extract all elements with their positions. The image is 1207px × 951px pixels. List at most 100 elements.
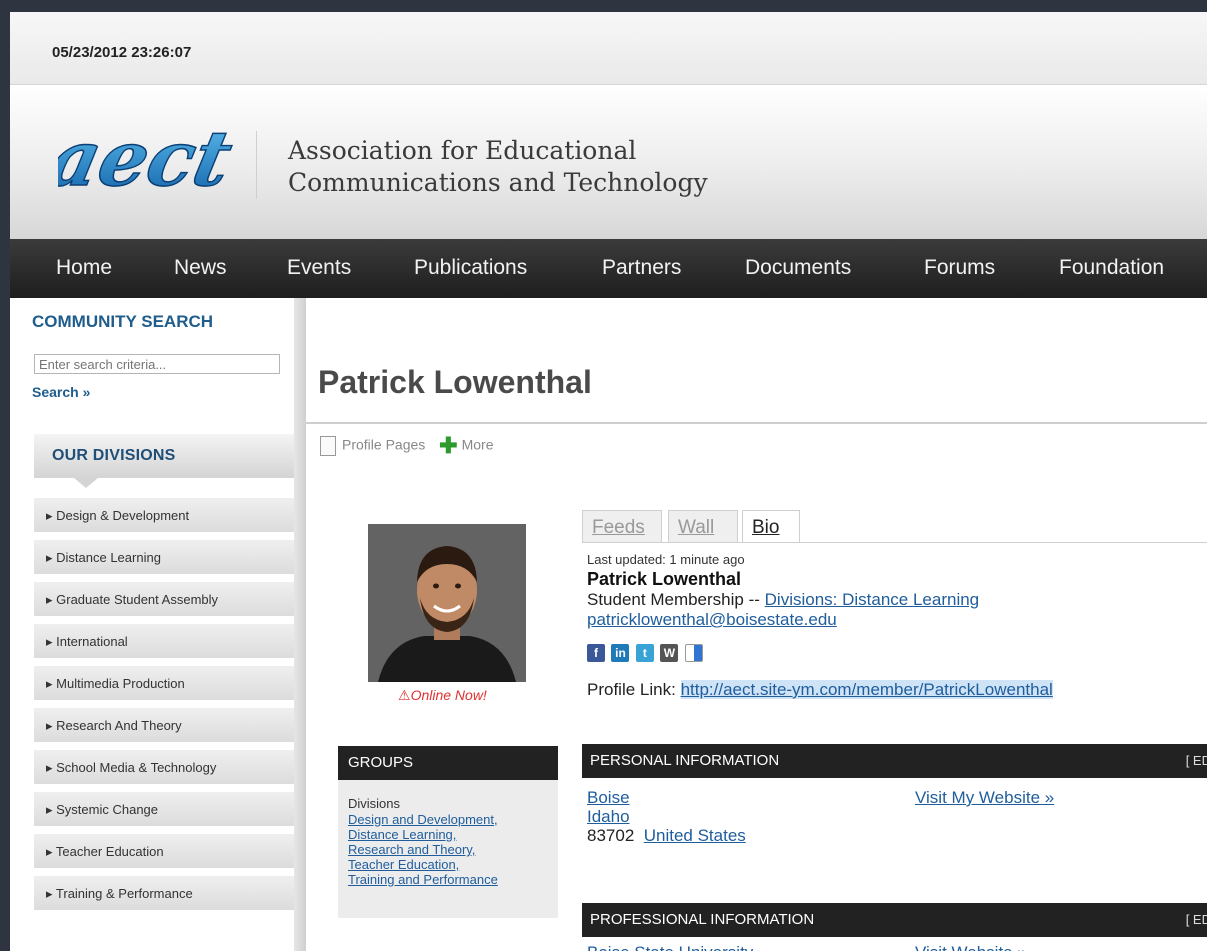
profile-link-label: Profile Link: — [587, 680, 676, 699]
nav-events[interactable]: Events — [287, 256, 351, 280]
division-label: ▸ Teacher Education — [46, 844, 164, 859]
document-icon — [320, 436, 336, 456]
zip-code: 83702 — [587, 826, 635, 845]
group-link[interactable]: Distance Learning, — [348, 827, 498, 842]
personal-edit-link[interactable]: [ ED — [1186, 753, 1207, 768]
division-item[interactable]: ▸ Training & Performance — [34, 876, 294, 911]
profile-link-url[interactable]: http://aect.site-ym.com/member/PatrickLo… — [680, 680, 1053, 699]
date-bar: 05/23/2012 23:26:07 — [10, 12, 1207, 85]
division-label: ▸ Training & Performance — [46, 886, 193, 901]
nav-forums[interactable]: Forums — [924, 256, 995, 280]
logo-divider — [256, 131, 257, 199]
main-content: Patrick Lowenthal Profile Pages ✚ More ⚠O… — [306, 298, 1207, 951]
org-name: Association for Educational Communicatio… — [288, 135, 848, 199]
professional-edit-link[interactable]: [ ED — [1186, 912, 1207, 927]
person-photo-icon — [368, 524, 526, 682]
search-link[interactable]: Search » — [32, 384, 90, 400]
bio-panel: Last updated: 1 minute ago Patrick Lowen… — [587, 552, 1197, 700]
division-label: ▸ Research And Theory — [46, 718, 182, 733]
division-item[interactable]: ▸ Design & Development — [34, 498, 294, 533]
personal-info-title: PERSONAL INFORMATION — [590, 752, 780, 769]
division-item[interactable]: ▸ Multimedia Production — [34, 666, 294, 701]
personal-info-header: PERSONAL INFORMATION [ ED — [582, 744, 1207, 778]
groups-box: Divisions Design and Development, Distan… — [338, 780, 558, 918]
division-label: ▸ Systemic Change — [46, 802, 159, 817]
division-item[interactable]: ▸ Systemic Change — [34, 792, 294, 827]
nav-partners[interactable]: Partners — [602, 256, 681, 280]
group-links: Design and Development, Distance Learnin… — [348, 812, 498, 887]
division-item[interactable]: ▸ Graduate Student Assembly — [34, 582, 294, 617]
twitter-icon[interactable]: t — [635, 644, 654, 662]
division-label: ▸ Graduate Student Assembly — [46, 592, 219, 607]
nav-news[interactable]: News — [174, 256, 227, 280]
social-icons: f in t W — [587, 644, 1197, 666]
groups-title: GROUPS — [348, 754, 414, 771]
profile-pages-link[interactable]: Profile Pages — [342, 437, 425, 453]
last-updated: Last updated: 1 minute ago — [587, 552, 745, 567]
title-divider — [306, 422, 1207, 424]
community-search-title: COMMUNITY SEARCH — [32, 312, 214, 331]
division-label: ▸ School Media & Technology — [46, 760, 217, 775]
sidebar: COMMUNITY SEARCH Search » OUR DIVISIONS … — [10, 298, 302, 951]
main-nav: Home News Events Publications Partners D… — [10, 239, 1207, 298]
profile-photo — [368, 524, 526, 682]
professional-info-header: PROFESSIONAL INFORMATION [ ED — [582, 903, 1207, 937]
nav-foundation[interactable]: Foundation — [1059, 256, 1164, 280]
visit-website-link[interactable]: Visit Website » — [915, 943, 1027, 951]
division-label: ▸ International — [46, 634, 128, 649]
aect-logo[interactable]: aect — [58, 107, 238, 207]
division-item[interactable]: ▸ Teacher Education — [34, 834, 294, 869]
group-link[interactable]: Research and Theory, — [348, 842, 498, 857]
online-status: ⚠Online Now! — [398, 687, 487, 703]
sidebar-divider — [294, 298, 306, 951]
division-item[interactable]: ▸ Distance Learning — [34, 540, 294, 575]
groups-header: GROUPS — [338, 746, 558, 780]
wordpress-icon[interactable]: W — [660, 644, 679, 662]
more-link[interactable]: More — [462, 437, 494, 453]
nav-publications[interactable]: Publications — [414, 256, 527, 280]
profile-toolbar: Profile Pages ✚ More — [320, 433, 494, 458]
linkedin-icon[interactable]: in — [611, 644, 630, 662]
delicious-icon[interactable] — [684, 644, 703, 662]
plus-icon: ✚ — [439, 433, 458, 458]
page-title: Patrick Lowenthal — [318, 364, 592, 400]
group-link[interactable]: Design and Development, — [348, 812, 498, 827]
email-link[interactable]: patricklowenthal@boisestate.edu — [587, 610, 1197, 630]
membership-line: Student Membership -- Divisions: Distanc… — [587, 590, 1197, 610]
online-icon: ⚠ — [398, 687, 411, 703]
org-name-line2: Communications and Technology — [288, 168, 708, 197]
groups-label: Divisions — [348, 796, 401, 811]
division-label: ▸ Multimedia Production — [46, 676, 185, 691]
state-link[interactable]: Idaho — [587, 807, 746, 826]
nav-home[interactable]: Home — [56, 256, 112, 280]
group-link[interactable]: Training and Performance — [348, 872, 498, 887]
tab-bio[interactable]: Bio — [742, 510, 800, 542]
tab-divider — [582, 542, 1207, 543]
city-link[interactable]: Boise — [587, 788, 746, 807]
personal-address: Boise Idaho 83702 United States — [587, 788, 746, 845]
tab-wall[interactable]: Wall — [668, 510, 738, 542]
divisions-title: OUR DIVISIONS — [52, 447, 176, 464]
tab-feeds[interactable]: Feeds — [582, 510, 662, 542]
division-label: ▸ Design & Development — [46, 508, 190, 523]
division-item[interactable]: ▸ Research And Theory — [34, 708, 294, 743]
division-item[interactable]: ▸ International — [34, 624, 294, 659]
division-item[interactable]: ▸ School Media & Technology — [34, 750, 294, 785]
divisions-notch — [74, 478, 98, 488]
divisions-header: OUR DIVISIONS — [34, 434, 294, 478]
professional-info-title: PROFESSIONAL INFORMATION — [590, 911, 815, 928]
facebook-icon[interactable]: f — [587, 644, 605, 662]
group-link[interactable]: Teacher Education, — [348, 857, 498, 872]
browser-page: 05/23/2012 23:26:07 aect Association for… — [10, 12, 1207, 951]
company-link[interactable]: Boise State University — [587, 943, 753, 951]
nav-documents[interactable]: Documents — [745, 256, 851, 280]
division-label: ▸ Distance Learning — [46, 550, 161, 565]
community-search-input[interactable] — [34, 354, 280, 374]
bio-name: Patrick Lowenthal — [587, 569, 742, 589]
visit-my-website-link[interactable]: Visit My Website » — [915, 788, 1054, 808]
logo-text: aect — [58, 115, 238, 204]
membership-type: Student Membership -- — [587, 590, 760, 609]
profile-link-row: Profile Link: http://aect.site-ym.com/me… — [587, 680, 1197, 700]
country-link[interactable]: United States — [644, 826, 746, 845]
membership-division-link[interactable]: Divisions: Distance Learning — [765, 590, 980, 609]
